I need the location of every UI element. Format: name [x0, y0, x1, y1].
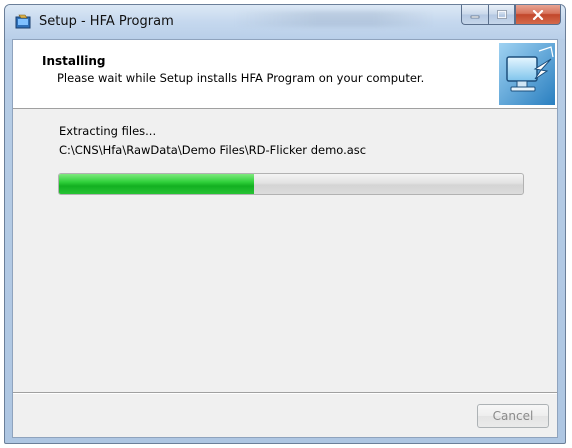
cancel-button[interactable]: Cancel — [477, 404, 549, 428]
title-bar[interactable]: Setup - HFA Program — [5, 5, 565, 39]
footer-divider — [13, 392, 557, 394]
window-title: Setup - HFA Program — [39, 14, 174, 29]
close-button[interactable] — [515, 5, 561, 25]
minimize-icon — [470, 15, 480, 18]
page-title: Installing — [42, 54, 106, 68]
progress-bar — [58, 173, 524, 195]
wizard-header: Installing Please wait while Setup insta… — [13, 40, 557, 109]
progress-bar-fill — [59, 174, 254, 194]
close-icon — [532, 9, 544, 20]
setup-computer-icon — [499, 43, 555, 105]
page-subtitle: Please wait while Setup installs HFA Pro… — [57, 71, 425, 85]
minimize-button[interactable] — [461, 5, 488, 25]
maximize-icon — [496, 10, 507, 19]
setup-window: Setup - HFA Program Installing Please wa… — [4, 4, 566, 444]
dialog-client-area: Installing Please wait while Setup insta… — [12, 39, 558, 438]
installer-icon[interactable] — [15, 14, 31, 30]
current-file-path: C:\CNS\Hfa\RawData\Demo Files\RD-Flicker… — [59, 143, 367, 157]
status-text: Extracting files... — [59, 124, 157, 138]
caption-buttons — [461, 5, 561, 25]
maximize-button[interactable] — [488, 5, 515, 25]
